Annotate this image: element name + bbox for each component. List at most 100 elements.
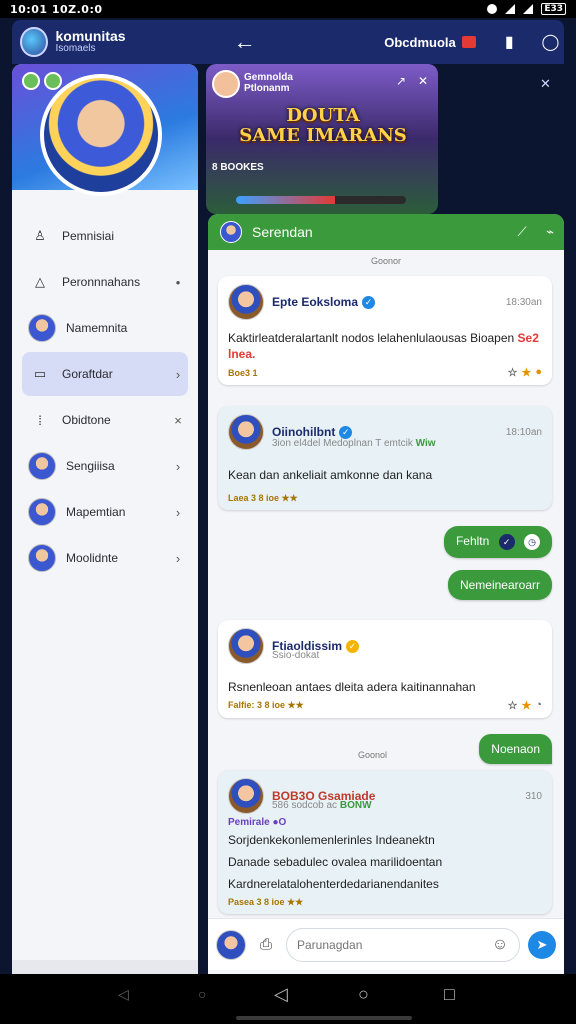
sender-avatar[interactable] xyxy=(228,628,264,664)
avatar xyxy=(28,498,56,526)
back-nav-icon[interactable]: ◁ xyxy=(274,984,288,1005)
location-icon xyxy=(487,4,498,14)
menu-item-peronnnahans[interactable]: △ Peronnnahans • xyxy=(22,260,188,304)
message-text: Sorjdenkekonlemenlerinles Indeanektn xyxy=(228,833,435,847)
chat-name[interactable]: Obcdmuola xyxy=(384,35,476,50)
side-drawer: ♙ Pemnisiai △ Peronnnahans • Namemnita ▭… xyxy=(12,64,198,974)
mention-icon[interactable]: ⌁ xyxy=(536,224,564,240)
gesture-handle xyxy=(236,1016,412,1020)
battery-icon: E33 xyxy=(541,3,566,15)
menu-item-mapemtian[interactable]: Mapemtian › xyxy=(22,490,188,534)
menu-item-namemnita[interactable]: Namemnita xyxy=(22,306,188,350)
media-icon[interactable]: ▮ xyxy=(496,32,523,52)
message-input[interactable] xyxy=(297,937,489,952)
send-button[interactable]: ➤ xyxy=(528,930,556,959)
system-nav-bar: ◁ ○ ◁ ○ □ xyxy=(0,974,576,1024)
message-footer: Boe3 1 ☆ ★ ● xyxy=(228,366,542,380)
sender-avatar[interactable] xyxy=(228,778,264,814)
menu-item-sengiiisa[interactable]: Sengiiisa › xyxy=(22,444,188,488)
mini-avatar-icon[interactable] xyxy=(22,72,40,90)
message-tag: Pemirale ●O xyxy=(228,817,287,828)
banner-progress-fill xyxy=(236,196,335,204)
camera-icon[interactable]: ⎙ xyxy=(252,936,280,953)
menu-item-goraftdar[interactable]: ▭ Goraftdar › xyxy=(22,352,188,396)
sender-name[interactable]: Epte Eoksloma xyxy=(272,295,358,309)
verified-icon: ✓ xyxy=(346,639,360,653)
date-chip: Goonol xyxy=(358,750,388,760)
chat-panel: Serendan ⟋ ⌁ Goonor Epte Eoksloma ✓ 18:3… xyxy=(208,214,564,974)
message-text: Kardnerelatalohenterdedarianendanites xyxy=(228,877,439,892)
message-text: Kean dan ankeliait amkonne dan kana xyxy=(228,468,433,482)
star-icon[interactable]: ☆ xyxy=(508,366,518,379)
emoji-icon[interactable]: ☺ xyxy=(489,936,511,954)
message-card[interactable]: Ftiaoldissim ✓ Ssio-dokat Rsnenleoan ant… xyxy=(218,620,552,719)
home-nav-icon[interactable]: ○ xyxy=(358,984,369,1005)
avatar xyxy=(28,544,56,572)
top-app-bar: komunitas Isomaels ← Obcdmuola ▮ ◯ xyxy=(12,20,564,64)
message-subline: 586 sodcob ac BONW xyxy=(272,800,372,811)
clock-icon: ◷ xyxy=(524,534,540,550)
verified-icon: ✓ xyxy=(339,425,353,439)
date-chip: Goonor xyxy=(370,256,402,266)
community-avatar[interactable] xyxy=(20,27,48,57)
avatar xyxy=(28,314,56,342)
message-card[interactable]: BOB3O Gsamiade 310 586 sodcob ac BONW Pe… xyxy=(218,770,552,914)
menu-item-pemnisiai[interactable]: ♙ Pemnisiai xyxy=(22,214,188,258)
wrench-icon[interactable]: ✕ xyxy=(540,76,551,92)
recents-nav-icon[interactable]: □ xyxy=(444,984,455,1005)
user-avatar[interactable] xyxy=(216,929,246,960)
sender-avatar[interactable] xyxy=(228,414,264,450)
game-banner[interactable]: Gemnolda Ptlonanm ↗ ✕ DOUTA SAME IMARANS… xyxy=(206,64,438,214)
folder-icon: ▭ xyxy=(33,366,47,381)
status-time: 10:01 10Z.0:0 xyxy=(10,2,103,16)
grid-icon: ⁞ xyxy=(38,412,42,428)
message-subline: Ssio-dokat xyxy=(272,650,320,661)
coin-icon[interactable]: ● xyxy=(535,366,542,379)
sender-name[interactable]: Oiinohilbnt xyxy=(272,425,335,439)
menu-item-moolidnte[interactable]: Moolidnte › xyxy=(22,536,188,580)
chat-header-title: Serendan xyxy=(252,224,313,240)
pin-icon[interactable]: ⟋ xyxy=(508,224,536,240)
star-icon[interactable]: ★ xyxy=(521,366,531,379)
outgoing-bubble[interactable]: Fehltn ✓ ◷ xyxy=(443,526,552,558)
outgoing-bubble[interactable]: Nemeinearoarr xyxy=(447,570,552,600)
chevron-right-icon: › xyxy=(175,504,181,520)
reaction-bar[interactable]: ☆ ★ ◔ xyxy=(508,699,542,712)
reaction-bar[interactable]: ☆ ★ ● xyxy=(508,366,542,379)
mini-avatar-icon[interactable] xyxy=(44,72,62,90)
mini-back-icon[interactable]: ◁ xyxy=(118,986,129,1003)
outgoing-bubble[interactable]: Noenaon xyxy=(479,734,552,764)
hero-portrait xyxy=(40,74,162,196)
message-text: Kaktirleatderalartanlt nodos lelahenlula… xyxy=(228,331,539,362)
drawer-hero xyxy=(12,64,198,196)
message-footer: Falfie: 3 8 ioe ★★ ☆ ★ ◔ xyxy=(228,699,542,713)
message-card[interactable]: Epte Eoksloma ✓ 18:30an Kaktirleatderala… xyxy=(218,276,552,386)
tools-icon[interactable]: ✕ xyxy=(418,74,428,88)
star-icon[interactable]: ☆ xyxy=(508,699,518,712)
avatar xyxy=(28,452,56,480)
status-bar: 10:01 10Z.0:0 E33 xyxy=(0,0,576,18)
person-icon: ♙ xyxy=(34,228,46,243)
close-icon[interactable]: × xyxy=(168,413,188,428)
message-footer: Pasea 3 8 ioe ★★ xyxy=(228,896,304,907)
verified-icon: ✓ xyxy=(362,295,376,309)
menu-item-obidtone[interactable]: ⁞ Obidtone × xyxy=(22,398,188,442)
message-card[interactable]: Oiinohilbnt ✓ 18:10an 3ion el4del Medopl… xyxy=(218,406,552,511)
message-time: 18:30an xyxy=(505,296,542,308)
message-time: 310 xyxy=(525,790,542,802)
mini-home-icon[interactable]: ○ xyxy=(198,986,206,1002)
back-arrow-icon[interactable]: ← xyxy=(231,29,258,55)
composer-bar: ⎙ ☺ ➤ xyxy=(208,918,564,970)
settings-circle-icon[interactable]: ◯ xyxy=(537,32,564,52)
clock-icon[interactable]: ◔ xyxy=(535,699,542,712)
sender-avatar[interactable] xyxy=(228,284,264,320)
star-icon[interactable]: ★ xyxy=(521,699,531,712)
wifi-icon xyxy=(505,4,516,14)
drawer-bottom-strip xyxy=(12,960,198,974)
banner-subtitle: 8 BOOKES xyxy=(212,162,264,173)
chevron-right-icon: › xyxy=(175,458,181,474)
message-text: Rsnenleoan antaes dleita adera kaitinann… xyxy=(228,680,476,694)
message-footer: Laea 3 8 ioe ★★ xyxy=(228,493,298,504)
message-text: Danade sebadulec ovalea marilidoentan xyxy=(228,855,443,870)
edit-icon[interactable]: ↗ xyxy=(396,74,406,88)
